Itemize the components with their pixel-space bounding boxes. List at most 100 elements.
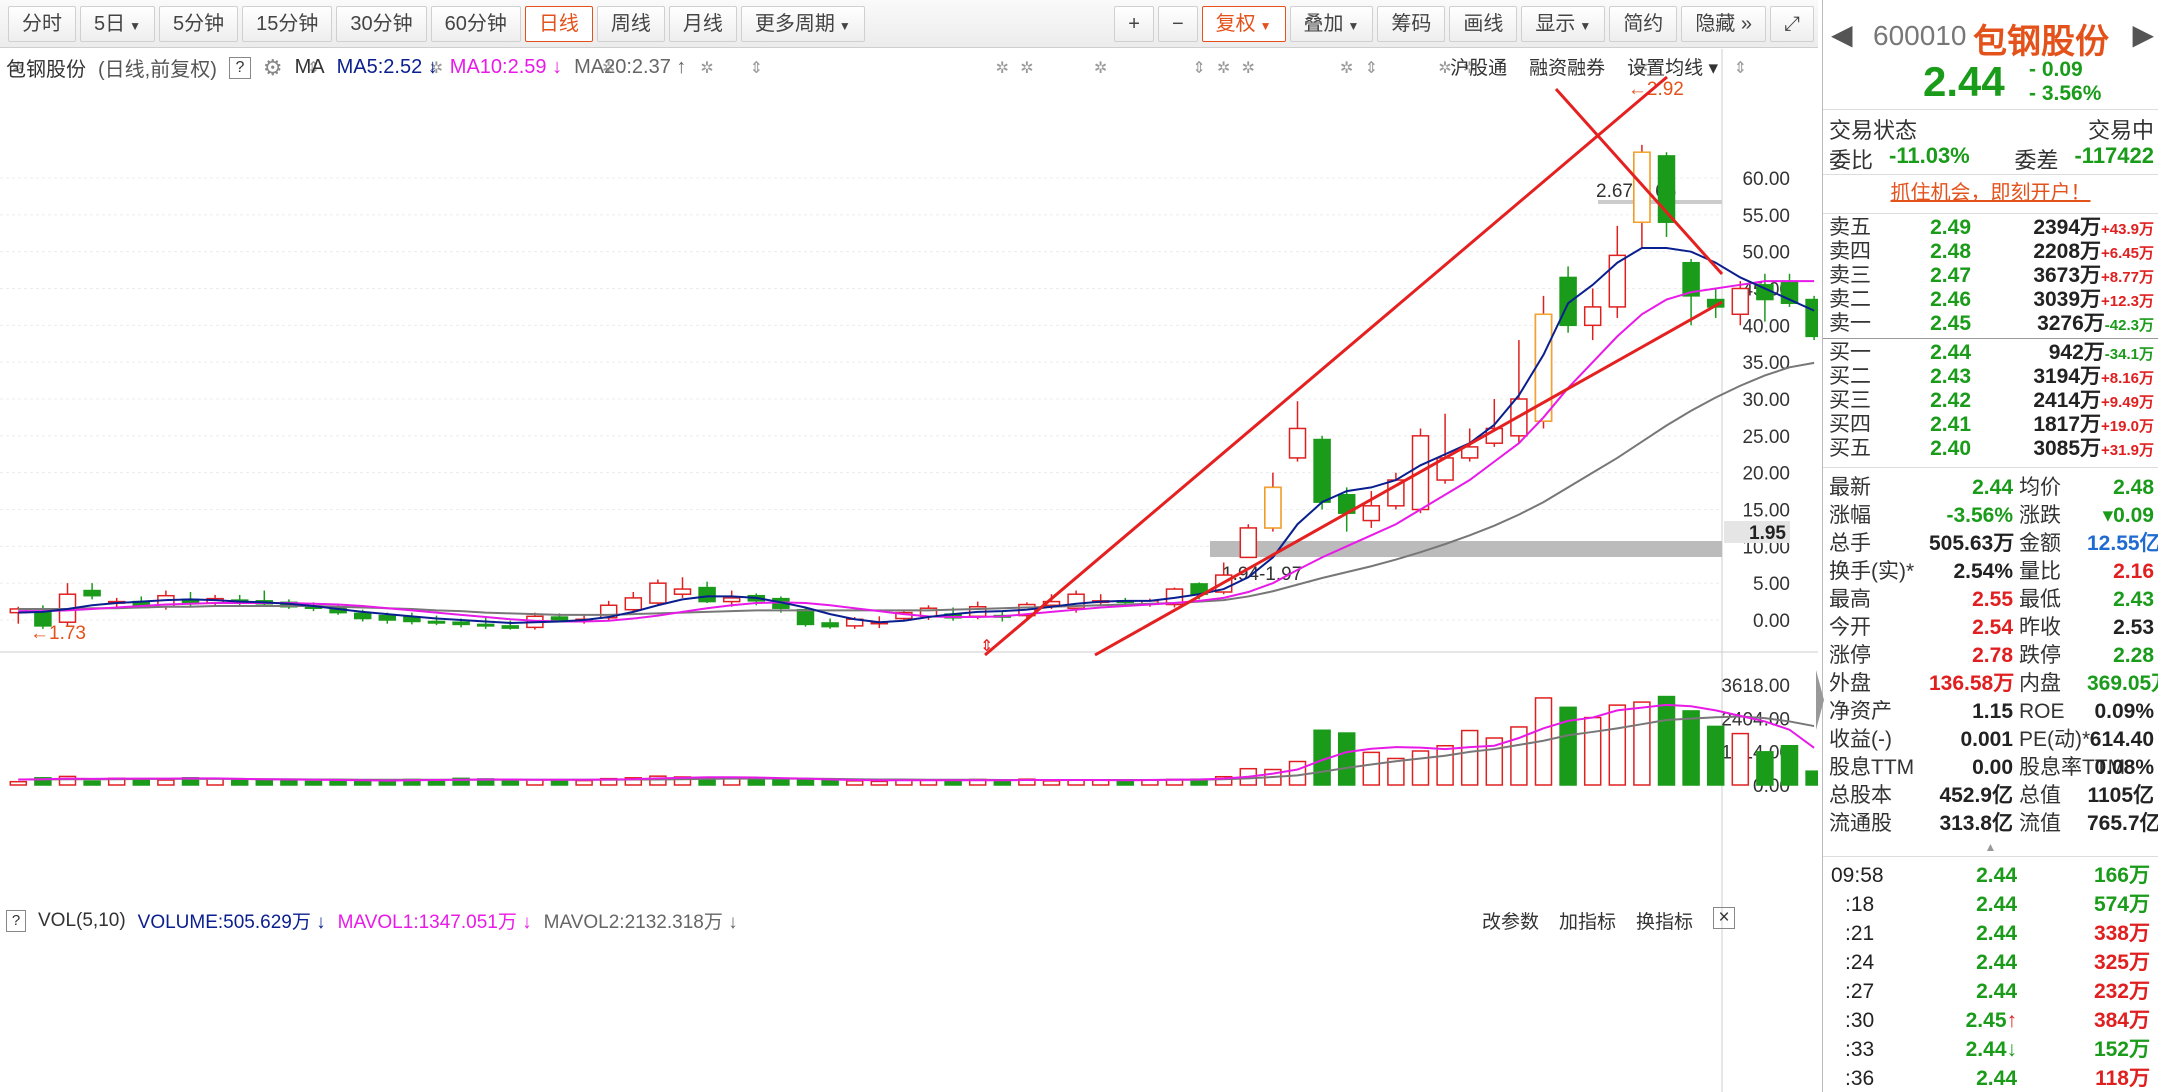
right-button-label: 简约 [1623,13,1664,35]
volume-bar [1411,750,1430,786]
promo-link[interactable]: 抓住机会，即刻开户！ [1891,182,2091,204]
volume-bar [821,779,839,786]
link-margin[interactable]: 融资融券 [1529,53,1605,80]
right-button-8[interactable]: 隐藏 » [1681,6,1766,42]
right-button-2[interactable]: 复权 ▼ [1201,6,1286,42]
tick-time: :27 [1845,980,1875,1003]
stat-label: 跌停 [2019,644,2061,667]
tick-list: 09:58 2.44 166万:18 2.44 574万:21 2.44 338万:24 2.… [1823,857,2158,1092]
right-button-6[interactable]: 显示 ▼ [1521,6,1606,42]
weibi-label: 委比 [1829,148,1874,173]
level-price: 2.42 [1930,389,1971,412]
tick-time: 09:58 [1831,864,1884,887]
edit-params-link[interactable]: 改参数 [1482,907,1539,934]
tick-price: 2.45 [1965,1009,2007,1032]
volume-bar [230,778,249,786]
tick-volume: 166万 [2093,864,2150,887]
tick-row: :21 2.44 338万 [1823,919,2158,948]
settings-gear-icon[interactable]: ⚙ [263,55,283,81]
volume-bar [280,780,298,786]
link-ma-settings[interactable]: 设置均线 ▾ [1627,53,1718,80]
stat-value: 0.001 [1960,728,2013,751]
periods-button-4[interactable]: 30分钟 [336,5,427,42]
level-delta: +9.49万 [2101,394,2154,411]
bid-level-3[interactable]: 买三 2.42 2414万+9.49万 [1823,389,2158,413]
bid-level-2[interactable]: 买二 2.43 3194万+8.16万 [1823,365,2158,389]
periods-button-label: 5日 [94,12,126,35]
periods-button-7[interactable]: 周线 [596,5,665,42]
collapse-icon[interactable]: ▲ [1823,838,2158,856]
ask-level-1[interactable]: 卖一 2.45 3276万-42.3万 [1823,312,2158,336]
periods-button-6[interactable]: 日线 [524,5,593,42]
add-indicator-link[interactable]: 加指标 [1559,907,1616,934]
quote-header: ◀ 600010 包钢股份 ▶ 2.44 - 0.09 - 3.56% [1823,0,2158,110]
level-volume: 3085万 [2033,437,2102,460]
periods-button-label: 分时 [22,12,62,35]
level-volume: 2208万 [2033,240,2102,263]
level-label: 卖一 [1829,312,1871,335]
periods-button-3[interactable]: 15分钟 [242,5,333,42]
volume-bar [1288,760,1307,786]
right-button-4[interactable]: 筹码 [1377,6,1446,42]
vol-help-icon[interactable]: ? [6,909,26,932]
periods-button-5[interactable]: 60分钟 [430,5,521,42]
right-button-3[interactable]: 叠加 ▼ [1289,6,1374,42]
level-label: 买五 [1829,437,1871,460]
candle-body [796,608,815,626]
help-icon[interactable]: ? [228,56,251,79]
periods-button-1[interactable]: 5日 ▼ [80,5,156,42]
level-price: 2.40 [1930,437,1971,460]
periods-button-8[interactable]: 月线 [668,5,737,42]
volume-bar [1682,710,1700,786]
kline-chart-area: ✲ ⇕ ✲ ✲ ✲ ⇕ ✲ ✲ ✲ ⇕ ✲ ✲ ✲ ⇕ ✲ ✲ ✲ ⇕ 0.00 5.00 10.00 15.00 20.0… [0,49,1818,1092]
promo-banner[interactable]: 抓住机会，即刻开户！ [1823,175,2158,213]
tick-arrow-icon: ↑ [2006,1009,2018,1032]
stat-label: 最低 [2019,588,2061,611]
right-button-1[interactable]: − [1157,6,1198,42]
right-button-0[interactable]: + [1114,6,1154,42]
switch-indicator-link[interactable]: 换指标 [1636,907,1693,934]
bid-level-1[interactable]: 买一 2.44 942万-34.1万 [1823,341,2158,365]
ask-level-3[interactable]: 卖三 2.47 3673万+8.77万 [1823,264,2158,288]
periods-button-label: 日线 [538,12,579,35]
periods-button-0[interactable]: 分时 [8,5,76,42]
volume-bar [845,780,864,786]
next-stock-icon[interactable]: ▶ [2132,18,2154,51]
prev-stock-icon[interactable]: ◀ [1831,18,1853,51]
close-icon[interactable]: × [1713,907,1736,929]
right-button-9[interactable]: ⤢ [1770,6,1814,42]
stat-label: 股息TTM [1829,756,1915,779]
right-button-label: 复权 [1215,13,1256,35]
candle-body [1731,287,1750,316]
stat-value: 614.40 [2089,728,2154,751]
candle-body [1288,427,1307,459]
link-hgt[interactable]: 沪股通 [1450,53,1507,80]
periods-button-2[interactable]: 5分钟 [159,5,239,42]
ask-level-5[interactable]: 卖五 2.49 2394万+43.9万 [1823,216,2158,240]
stat-value: 452.9亿 [1939,784,2013,807]
right-button-5[interactable]: 画线 [1449,6,1518,42]
ask-level-4[interactable]: 卖四 2.48 2208万+6.45万 [1823,240,2158,264]
right-button-7[interactable]: 简约 [1609,6,1678,42]
trade-status-row: 交易状态 交易中 [1823,114,2158,144]
stat-label: 涨幅 [1829,504,1871,527]
stat-label: 流值 [2019,812,2061,835]
stat-value: 505.63万 [1929,532,2015,555]
kline-chart[interactable]: ✲ ⇕ ✲ ✲ ✲ ⇕ ✲ ✲ ✲ ⇕ ✲ ✲ ✲ ⇕ ✲ ✲ ✲ ⇕0.005.0010.0015.0020.0… [0,49,1818,1092]
stat-value: 313.8亿 [1939,812,2013,835]
tick-volume: 232万 [2093,980,2150,1003]
candle-body [83,589,101,597]
right-button-label: 显示 [1535,13,1576,35]
stat-row: 换手(实)* 2.54% 量比 2.16 [1823,558,2158,586]
stat-label: 均价 [2019,476,2061,499]
volume-bar [1042,780,1061,786]
periods-button-9[interactable]: 更多周期 ▼ [740,5,865,42]
ma10-value: MA10:2.59 ↓ [449,56,563,78]
bid-level-5[interactable]: 买五 2.40 3085万+31.9万 [1823,437,2158,461]
chart-tools: + − 复权 ▼ 叠加 ▼ 筹码 画线 显示 ▼ 简约 隐藏 » ⤢ [1110,6,1814,42]
ask-level-2[interactable]: 卖二 2.46 3039万+12.3万 [1823,288,2158,312]
volume-bar [501,779,520,786]
chevron-down-icon: ▼ [1347,19,1360,33]
bid-level-4[interactable]: 买四 2.41 1817万+19.0万 [1823,413,2158,437]
level-label: 买三 [1829,389,1871,412]
